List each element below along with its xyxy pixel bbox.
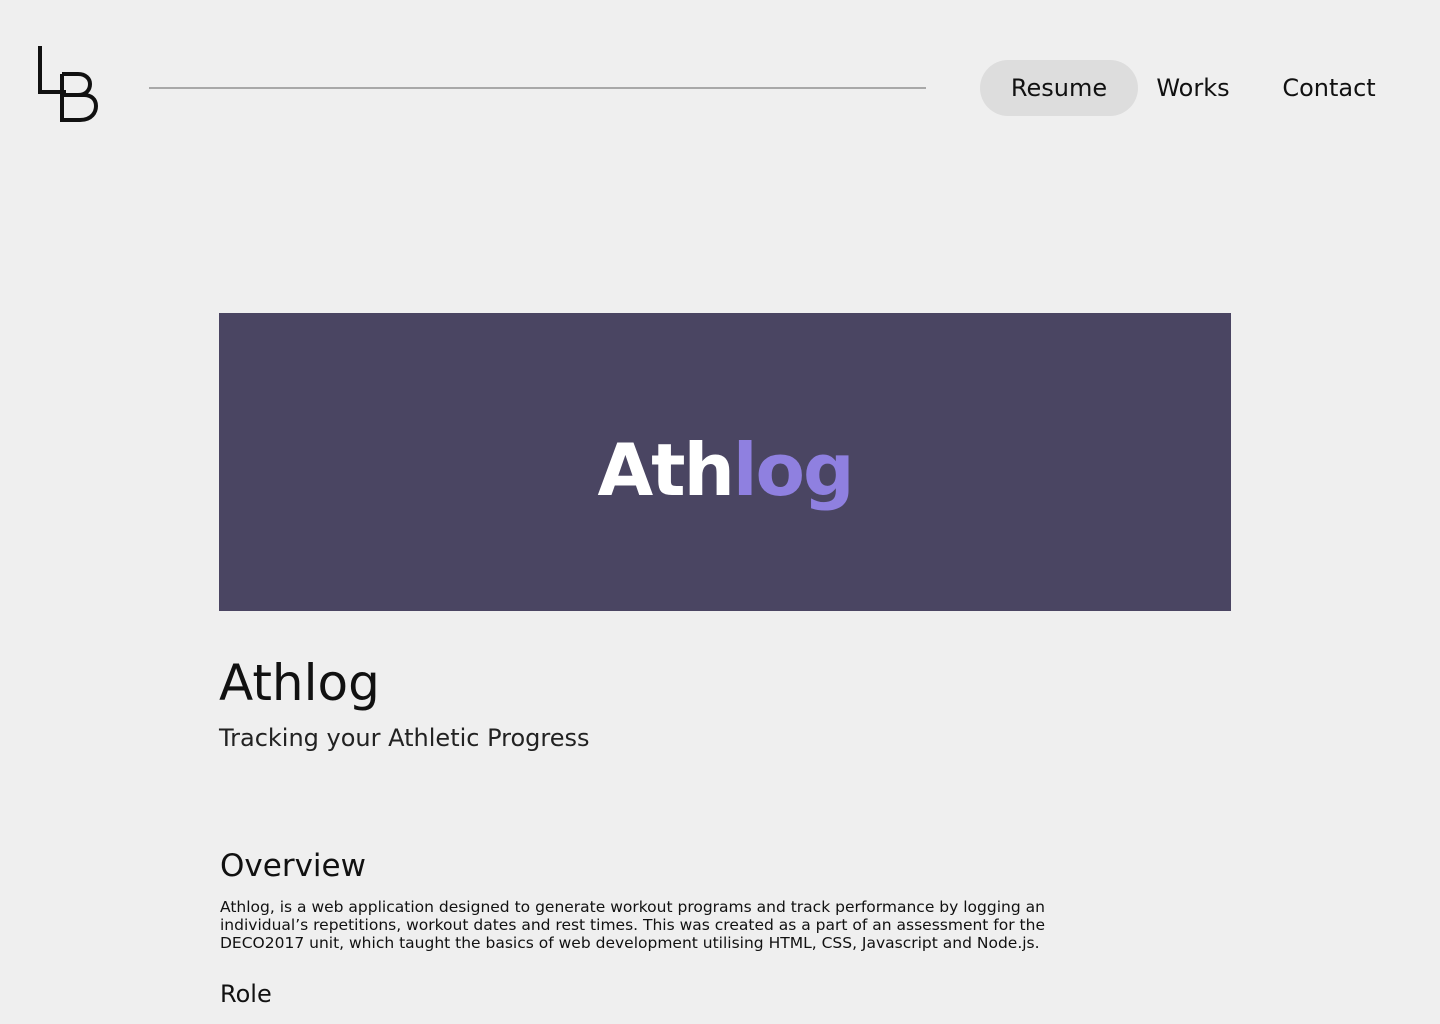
site-logo[interactable] — [36, 44, 100, 124]
site-header: Resume Works Contact — [0, 0, 1440, 170]
project-tagline: Tracking your Athletic Progress — [219, 724, 590, 752]
overview-heading: Overview — [220, 848, 366, 884]
overview-text: Athlog, is a web application designed to… — [220, 898, 1045, 952]
project-title: Athlog — [219, 654, 380, 712]
nav-works-link[interactable]: Works — [1148, 60, 1238, 116]
athlog-logo: Athlog — [219, 313, 1231, 611]
nav-resume-link[interactable]: Resume — [980, 60, 1138, 116]
wordmark-part-ath: Ath — [597, 428, 734, 512]
project-hero-banner: Athlog — [219, 313, 1231, 611]
nav-contact-link[interactable]: Contact — [1272, 60, 1386, 116]
lb-monogram-icon — [38, 46, 99, 122]
header-divider — [149, 87, 926, 89]
athlog-wordmark: Athlog — [597, 434, 854, 506]
wordmark-part-log: log — [732, 428, 855, 512]
role-heading: Role — [220, 980, 272, 1008]
